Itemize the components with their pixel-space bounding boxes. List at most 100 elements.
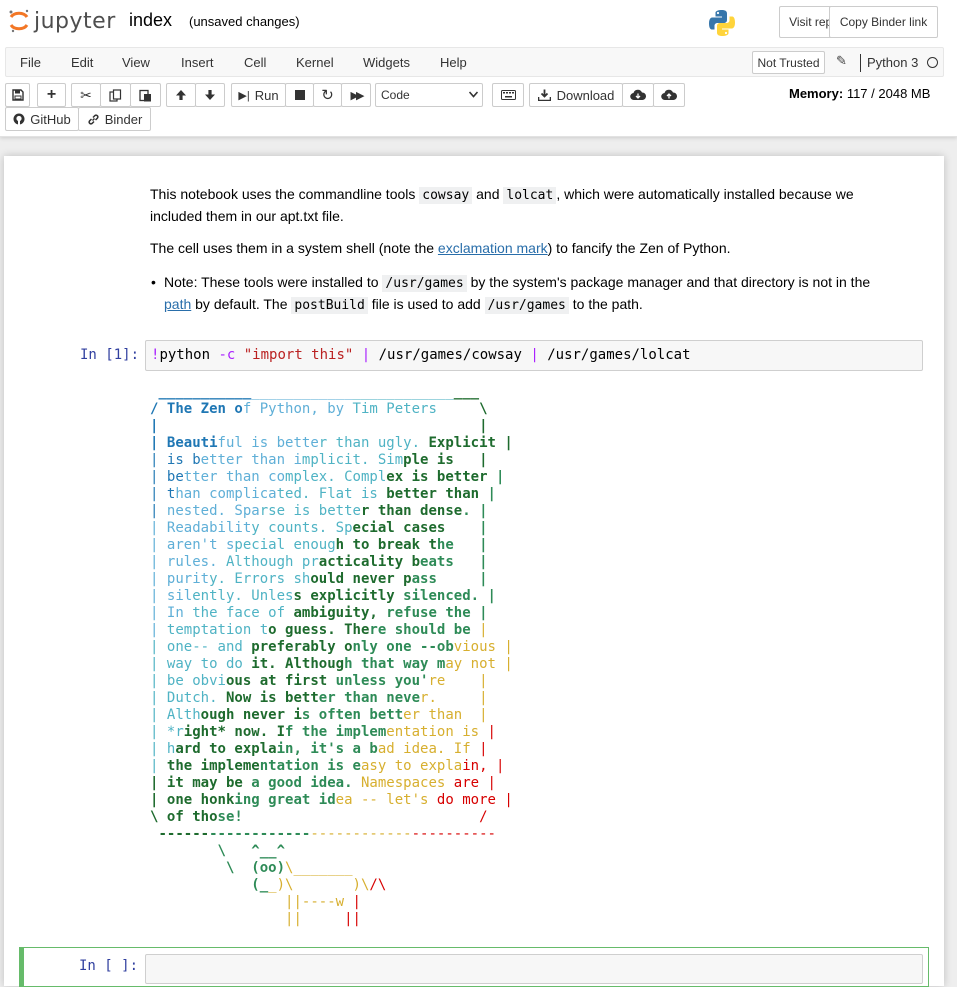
binder-button[interactable]: Binder bbox=[78, 107, 151, 131]
output-line: | the implementation is easy to explain,… bbox=[150, 758, 505, 774]
cloud-upload-button[interactable] bbox=[653, 83, 685, 107]
cowsay-path-token: /usr/games/cowsay bbox=[378, 347, 522, 363]
kernel-name: Python 3 bbox=[867, 55, 919, 70]
output-line: | temptation to guess. There should be | bbox=[150, 622, 488, 638]
cell-type-select[interactable]: Code bbox=[375, 83, 483, 107]
inline-code-usr-games-2: /usr/games bbox=[484, 297, 569, 314]
flag-token: -c bbox=[218, 347, 236, 363]
output-line: | Readability counts. Special cases | bbox=[150, 520, 488, 536]
not-trusted-button[interactable]: Not Trusted bbox=[752, 51, 825, 74]
plus-icon: + bbox=[46, 86, 57, 103]
restart-run-all-button[interactable]: ▶▶ bbox=[341, 83, 371, 107]
restart-button[interactable]: ↻ bbox=[313, 83, 342, 107]
output-line: | | bbox=[150, 418, 488, 434]
copy-binder-link-button[interactable]: Copy Binder link bbox=[829, 6, 938, 38]
input-prompt: In [1]: bbox=[80, 347, 140, 363]
md-text: by default. The bbox=[191, 296, 292, 312]
markdown-paragraph-1: This notebook uses the commandline tools… bbox=[150, 184, 910, 226]
output-line: | rules. Although practicality beats | bbox=[150, 554, 488, 570]
output-line: | it may be a good idea. Namespaces are … bbox=[150, 775, 496, 791]
download-icon bbox=[537, 89, 551, 101]
copy-button[interactable] bbox=[100, 83, 131, 107]
output-line: | silently. Unless explicitly silenced. … bbox=[150, 588, 496, 604]
output-line: ||----w | bbox=[285, 894, 361, 910]
md-text: by the system's package manager and that… bbox=[466, 274, 871, 290]
markdown-bullet-item: • Note: These tools were installed to /u… bbox=[151, 272, 904, 316]
jupyter-logo[interactable]: jupyter bbox=[8, 6, 116, 36]
output-line: | one honking great idea -- let's do mor… bbox=[150, 792, 513, 808]
md-text: to the path. bbox=[568, 296, 643, 312]
output-line: | is better than implicit. Simple is | bbox=[150, 452, 488, 468]
github-label: GitHub bbox=[30, 111, 71, 127]
insert-cell-button[interactable]: + bbox=[37, 83, 66, 107]
lolcat-path-token: /usr/games/lolcat bbox=[547, 347, 691, 363]
arrow-up-icon bbox=[176, 90, 186, 100]
inline-code-postbuild: postBuild bbox=[291, 297, 368, 314]
menu-view[interactable]: View bbox=[122, 55, 150, 70]
memory-label: Memory: bbox=[789, 86, 844, 101]
header: jupyter index (unsaved changes) Visit re… bbox=[0, 0, 957, 137]
run-button[interactable]: ▶| Run bbox=[231, 83, 286, 107]
command-palette-button[interactable] bbox=[492, 83, 524, 107]
menu-kernel[interactable]: Kernel bbox=[296, 55, 334, 70]
menu-widgets[interactable]: Widgets bbox=[363, 55, 410, 70]
inline-code-cowsay: cowsay bbox=[419, 187, 473, 204]
output-line: \ ^__^ bbox=[217, 843, 286, 859]
edit-pencil-icon[interactable]: ✎ bbox=[836, 53, 847, 69]
memory-usage: Memory: 117 / 2048 MB bbox=[789, 86, 930, 101]
save-button[interactable] bbox=[5, 83, 30, 107]
notebook-name[interactable]: index bbox=[129, 10, 172, 31]
paste-button[interactable] bbox=[130, 83, 161, 107]
output-line: | Although never is often better than | bbox=[150, 707, 488, 723]
interrupt-button[interactable] bbox=[285, 83, 314, 107]
arrow-down-icon bbox=[205, 90, 215, 100]
github-icon bbox=[13, 113, 25, 125]
code-input-empty[interactable] bbox=[145, 954, 923, 984]
move-up-button[interactable] bbox=[166, 83, 196, 107]
code-input[interactable]: !python -c "import this" | /usr/games/co… bbox=[145, 340, 923, 371]
menu-cell[interactable]: Cell bbox=[244, 55, 266, 70]
output-line: | hard to explain, it's a bad idea. If | bbox=[150, 741, 488, 757]
move-down-button[interactable] bbox=[195, 83, 225, 107]
save-icon bbox=[11, 89, 24, 101]
menu-help[interactable]: Help bbox=[440, 55, 467, 70]
memory-value: 117 / 2048 MB bbox=[846, 86, 931, 101]
input-prompt-empty: In [ ]: bbox=[79, 958, 139, 974]
output-line: | be obvious at first unless you're | bbox=[150, 673, 488, 689]
exclamation-mark-link[interactable]: exclamation mark bbox=[438, 240, 548, 256]
menu-insert[interactable]: Insert bbox=[181, 55, 214, 70]
output-line: || || bbox=[285, 911, 361, 927]
cloud-download-button[interactable] bbox=[622, 83, 654, 107]
chevron-down-icon bbox=[469, 91, 478, 98]
pipe-token: | bbox=[353, 347, 379, 363]
md-text: ) to fancify the Zen of Python. bbox=[547, 240, 731, 256]
jupyter-wordmark: jupyter bbox=[34, 8, 116, 34]
step-forward-icon: ▶| bbox=[238, 89, 250, 102]
github-button[interactable]: GitHub bbox=[5, 107, 79, 131]
fast-forward-icon: ▶▶ bbox=[350, 89, 365, 102]
md-text: This notebook uses the commandline tools bbox=[150, 186, 420, 202]
md-text: , which were automatically installed bec… bbox=[556, 186, 854, 202]
md-text: included them in our apt.txt file. bbox=[150, 208, 344, 224]
output-line: | better than complex. Complex is better… bbox=[150, 469, 505, 485]
cut-button[interactable]: ✂ bbox=[71, 83, 101, 107]
output-line: (__)\ )\/\ bbox=[251, 877, 387, 893]
path-link[interactable]: path bbox=[164, 296, 191, 312]
kernel-separator bbox=[860, 54, 861, 72]
cmd-token: python bbox=[159, 347, 219, 363]
selected-code-cell[interactable]: In [ ]: bbox=[19, 947, 929, 987]
download-button[interactable]: Download bbox=[529, 83, 623, 107]
copy-icon bbox=[109, 88, 122, 102]
md-text: file is used to add bbox=[367, 296, 485, 312]
output-line: | one-- and preferably only one --obviou… bbox=[150, 639, 513, 655]
cloud-upload-icon bbox=[661, 89, 677, 101]
run-label: Run bbox=[254, 87, 279, 103]
menu-edit[interactable]: Edit bbox=[71, 55, 93, 70]
autosave-status: (unsaved changes) bbox=[189, 14, 300, 29]
markdown-paragraph-2: The cell uses them in a system shell (no… bbox=[150, 238, 910, 258]
output-line: | nested. Sparse is better than dense. | bbox=[150, 503, 488, 519]
paste-icon bbox=[139, 89, 151, 101]
pipe-token-2: | bbox=[521, 347, 548, 363]
menu-file[interactable]: File bbox=[20, 55, 41, 70]
